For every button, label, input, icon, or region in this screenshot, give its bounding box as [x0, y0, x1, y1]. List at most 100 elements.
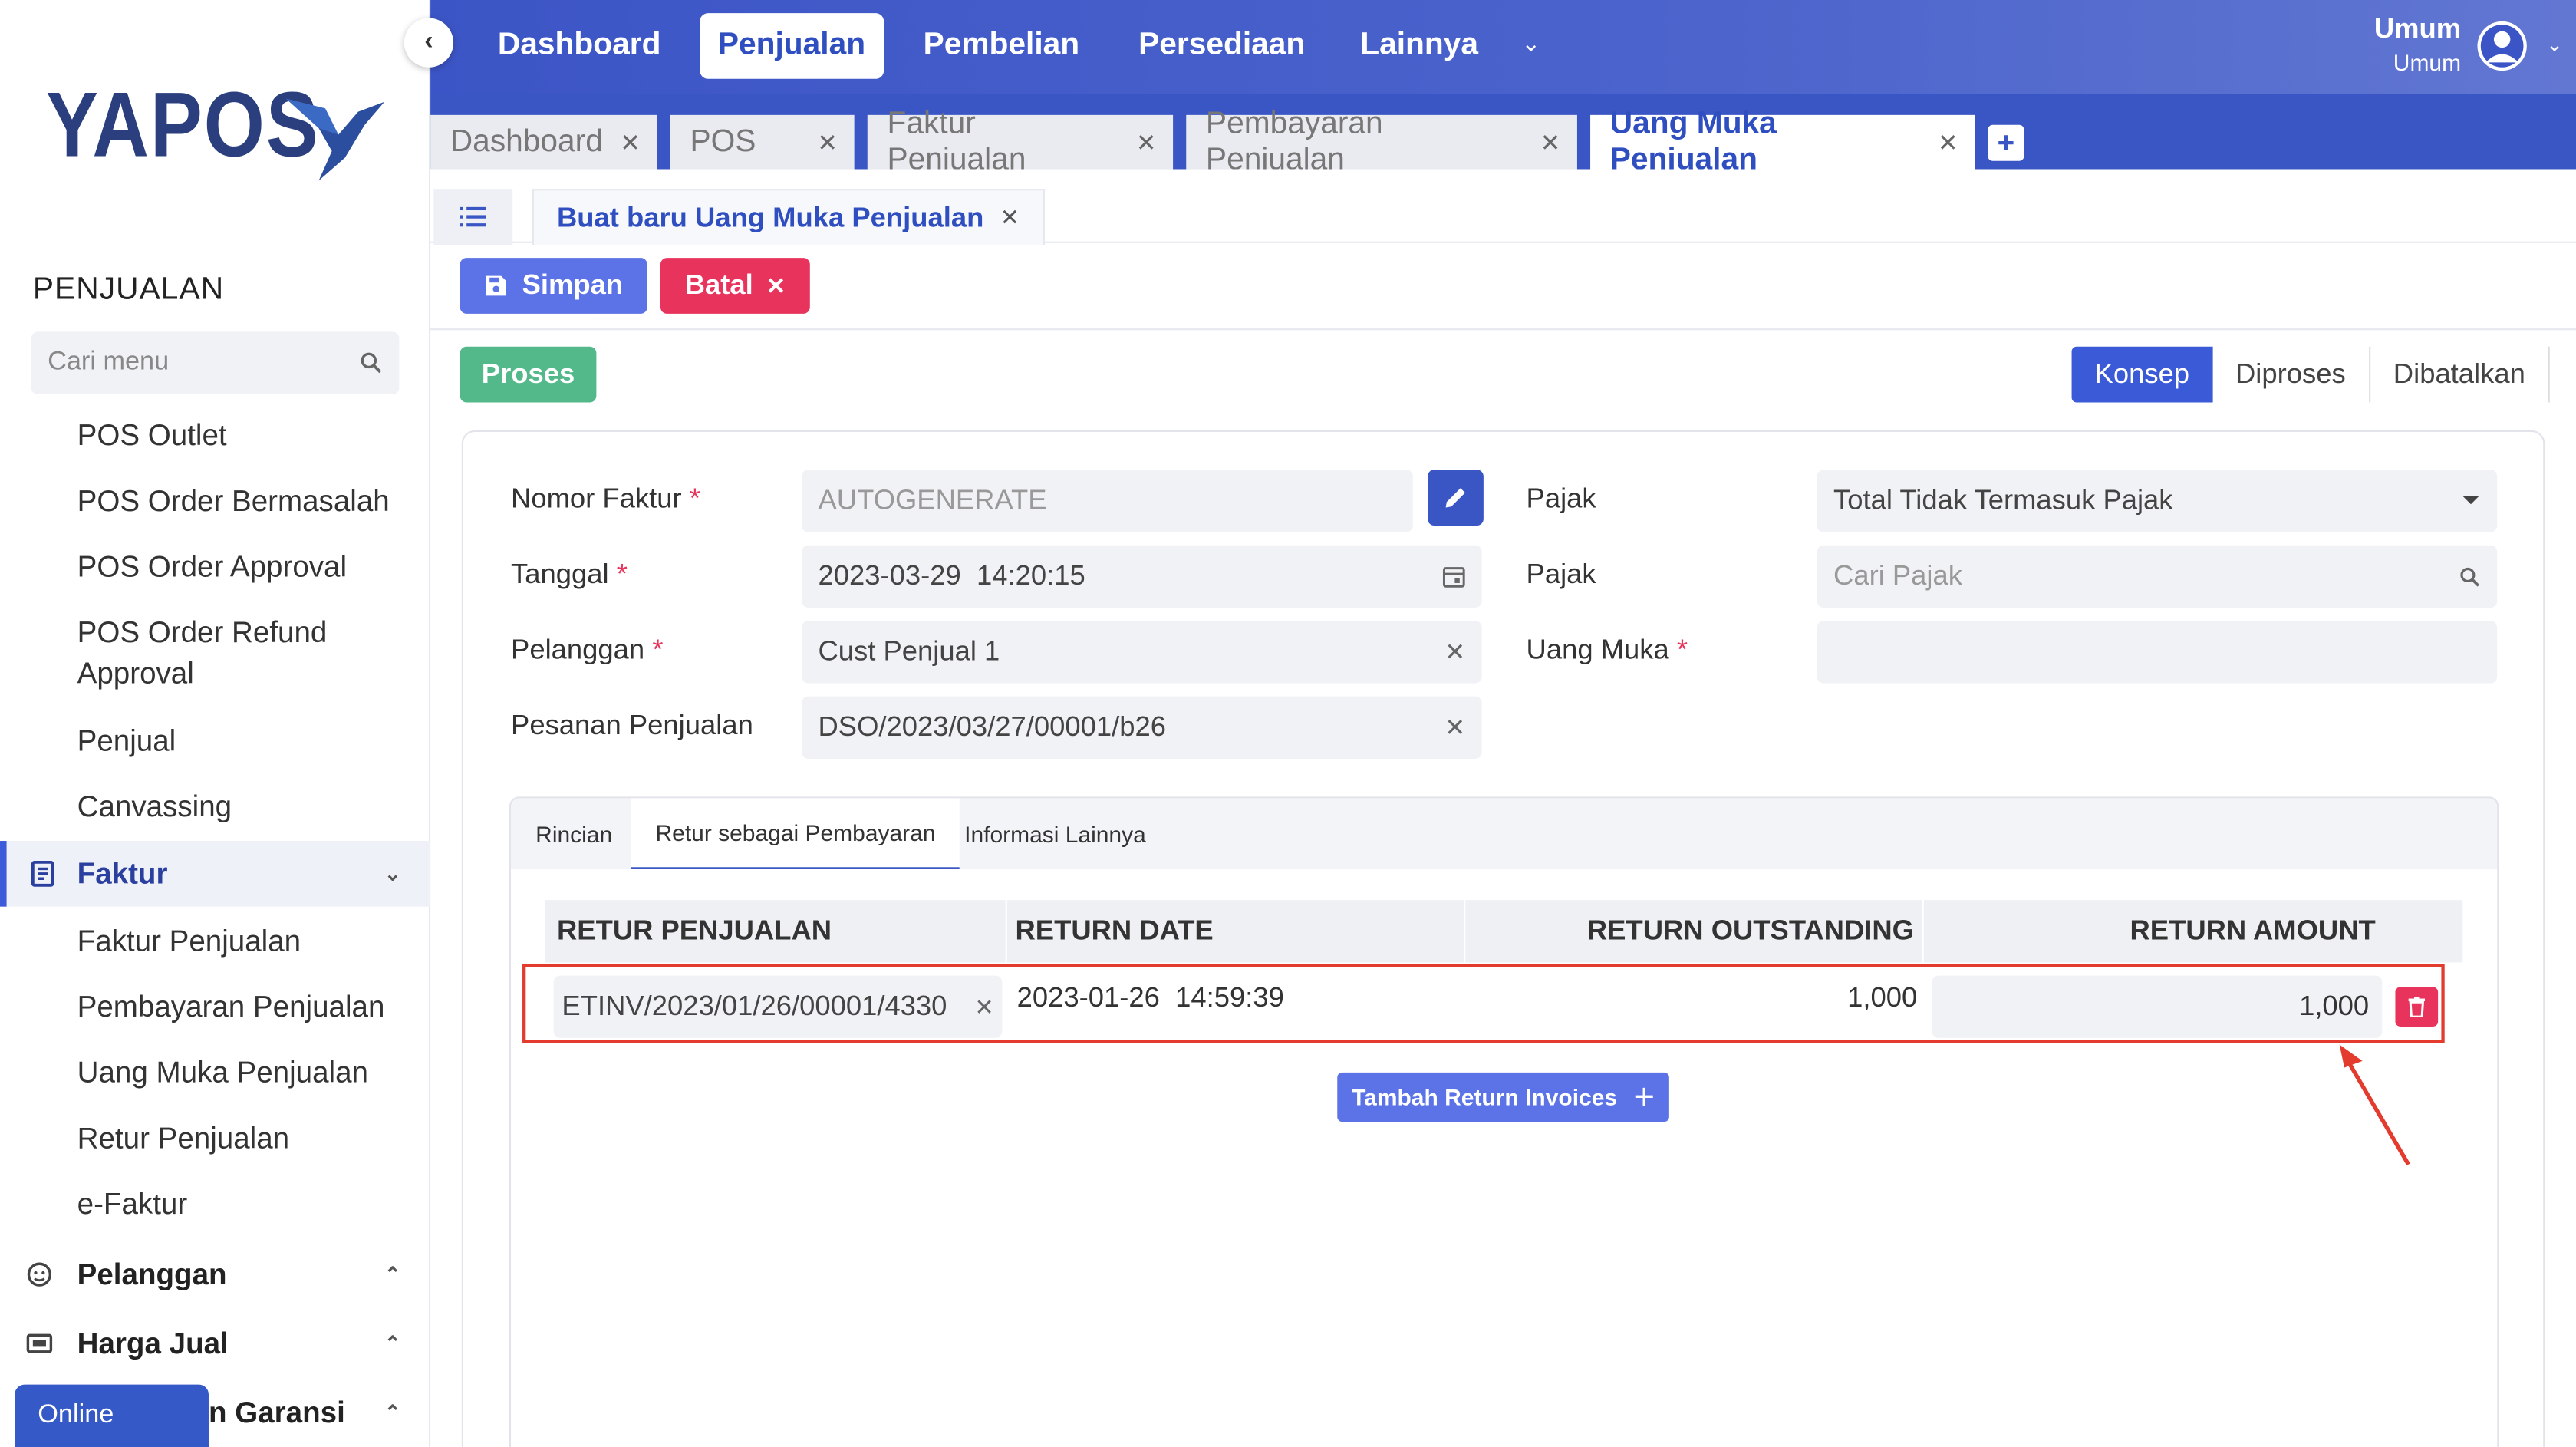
sidebar-item-pos-outlet[interactable]: POS Outlet [77, 416, 227, 457]
chevron-up-icon: ⌃ [384, 1401, 401, 1424]
sidebar-item-pos-order-approval[interactable]: POS Order Approval [77, 547, 347, 588]
tab-faktur-penjualan[interactable]: Faktur Penjualan ✕ [867, 106, 1174, 176]
pajak-type-label: Pajak [1526, 483, 1596, 515]
clear-icon[interactable]: ✕ [1444, 638, 1465, 667]
subtab-create-uang-muka[interactable]: Buat baru Uang Muka Penjualan ✕ [532, 189, 1044, 245]
tab-dashboard[interactable]: Dashboard ✕ [430, 114, 657, 170]
pajak-search-input[interactable]: Cari Pajak [1817, 545, 2498, 608]
dropdown-caret-icon [2462, 496, 2479, 505]
sidebar-item-uang-muka-penjualan[interactable]: Uang Muka Penjualan [77, 1053, 368, 1094]
status-steps: Konsep Diproses Dibatalkan [2071, 346, 2550, 403]
collapse-sidebar-button[interactable]: ‹ [404, 18, 454, 68]
tanggal-value: 2023-03-29 14:20:15 [818, 559, 1085, 592]
sidebar-section-title: PENJUALAN [32, 272, 225, 308]
sidebar-group-harga-jual-label: Harga Jual [77, 1326, 229, 1360]
tab-informasi-lainnya[interactable]: Informasi Lainnya [940, 798, 1171, 870]
tab-pembayaran-penjualan[interactable]: Pembayaran Penjualan ✕ [1186, 106, 1577, 176]
nav-penjualan[interactable]: Penjualan [700, 13, 884, 79]
return-date-cell: 2023-01-26 14:59:39 [1016, 982, 1284, 1014]
online-status-badge[interactable]: Online [15, 1384, 209, 1447]
sidebar: YAPOS PENJUALAN Cari menu POS Outlet POS… [0, 0, 431, 1447]
label-text: Nomor Faktur [511, 483, 682, 515]
chevron-down-icon[interactable]: ⌄ [2546, 33, 2563, 56]
tanggal-input[interactable]: 2023-03-29 14:20:15 [802, 545, 1482, 608]
avatar-icon[interactable] [2477, 21, 2527, 71]
tab-retur-sebagai-pembayaran[interactable]: Retur sebagai Pembayaran [631, 798, 960, 871]
sidebar-item-pembayaran-penjualan[interactable]: Pembayaran Penjualan [77, 987, 385, 1029]
user-menu[interactable]: Umum Umum [2374, 13, 2461, 75]
add-return-invoices-button[interactable]: Tambah Return Invoices + [1337, 1072, 1669, 1122]
delete-row-button[interactable] [2395, 987, 2439, 1027]
logo: YAPOS [46, 78, 385, 181]
close-icon[interactable]: ✕ [1540, 127, 1561, 157]
sidebar-item-pos-order-refund-approval[interactable]: POS Order Refund Approval [77, 612, 373, 694]
calendar-icon[interactable] [1442, 565, 1465, 588]
pesanan-penjualan-select[interactable]: DSO/2023/03/27/00001/b26 ✕ [802, 696, 1482, 760]
label-text: Uang Muka [1526, 634, 1669, 665]
edit-number-button[interactable] [1428, 470, 1484, 526]
pesanan-value: DSO/2023/03/27/00001/b26 [818, 710, 1166, 743]
column-header-return-outstanding: RETURN OUTSTANDING [1465, 900, 1924, 963]
add-tab-button[interactable]: + [1988, 124, 2024, 161]
bird-logo-icon [285, 98, 385, 181]
trash-icon [2408, 997, 2426, 1017]
tab-rincian[interactable]: Rincian [511, 798, 637, 870]
clear-icon[interactable]: ✕ [1444, 713, 1465, 742]
nav-persediaan[interactable]: Persediaan [1121, 13, 1323, 79]
close-icon[interactable]: ✕ [1136, 127, 1157, 157]
menu-search-placeholder: Cari menu [48, 348, 170, 377]
pelanggan-label: Pelanggan * [511, 634, 663, 667]
sidebar-group-pelanggan-label: Pelanggan [77, 1257, 227, 1290]
sidebar-item-penjual[interactable]: Penjual [77, 721, 176, 763]
sidebar-group-faktur[interactable]: Faktur ⌄ [0, 841, 431, 907]
subtab-label: Buat baru Uang Muka Penjualan [557, 201, 984, 232]
save-button[interactable]: Simpan [460, 258, 647, 314]
customer-face-icon [0, 1261, 77, 1287]
retur-penjualan-select[interactable]: ETINV/2023/01/26/00001/4330 ✕ [553, 975, 1003, 1038]
sidebar-item-e-faktur[interactable]: e-Faktur [77, 1184, 188, 1225]
sidebar-group-pelanggan[interactable]: Pelanggan ⌃ [0, 1241, 430, 1307]
process-button[interactable]: Proses [460, 346, 597, 403]
price-tag-icon [0, 1332, 77, 1355]
return-amount-input[interactable]: 1,000 [1932, 975, 2383, 1038]
pajak-type-value: Total Tidak Termasuk Pajak [1833, 484, 2173, 516]
sidebar-item-faktur-penjualan[interactable]: Faktur Penjualan [77, 921, 301, 963]
tab-uang-muka-penjualan[interactable]: Uang Muka Penjualan ✕ [1590, 106, 1975, 176]
pelanggan-select[interactable]: Cust Penjual 1 ✕ [802, 621, 1482, 684]
pencil-icon [1445, 488, 1465, 508]
sidebar-group-faktur-label: Faktur [77, 856, 168, 890]
sidebar-group-harga-jual[interactable]: Harga Jual ⌃ [0, 1310, 430, 1376]
uang-muka-input[interactable] [1817, 621, 2498, 684]
close-icon[interactable]: ✕ [817, 127, 838, 157]
list-icon[interactable] [433, 189, 513, 245]
nav-pembelian[interactable]: Pembelian [905, 13, 1098, 79]
close-icon[interactable]: ✕ [1938, 127, 1958, 157]
cancel-label: Batal [684, 269, 753, 301]
user-name: Umum [2373, 13, 2462, 44]
tab-label: POS [690, 124, 756, 159]
sidebar-item-retur-penjualan[interactable]: Retur Penjualan [77, 1119, 289, 1160]
user-role: Umum [2393, 49, 2462, 76]
sidebar-item-pos-order-bermasalah[interactable]: POS Order Bermasalah [77, 481, 390, 522]
nav-lainnya[interactable]: Lainnya [1342, 13, 1497, 79]
divider [430, 328, 2576, 331]
tab-label: Dashboard [450, 124, 603, 159]
pesanan-penjualan-label: Pesanan Penjualan [511, 709, 753, 741]
tab-pos[interactable]: POS ✕ [670, 114, 855, 170]
close-icon[interactable]: ✕ [620, 127, 641, 157]
required-mark: * [652, 634, 664, 665]
menu-search-input[interactable]: Cari menu [31, 331, 400, 394]
search-icon [2460, 566, 2480, 586]
chevron-down-icon[interactable]: ⌄ [1521, 30, 1540, 58]
pajak-type-select[interactable]: Total Tidak Termasuk Pajak [1817, 470, 2498, 532]
clear-icon[interactable]: ✕ [975, 993, 994, 1020]
sidebar-item-canvassing[interactable]: Canvassing [77, 786, 232, 828]
nav-dashboard[interactable]: Dashboard [479, 13, 679, 79]
chevron-left-icon: ‹ [424, 28, 433, 56]
close-icon[interactable]: ✕ [1000, 203, 1020, 231]
tab-label: Faktur Penjualan [887, 106, 1026, 177]
nomor-faktur-input[interactable]: AUTOGENERATE [802, 470, 1413, 532]
cancel-button[interactable]: Batal ✕ [660, 258, 810, 314]
label-text: Pelanggan [511, 634, 645, 665]
plus-icon: + [1633, 1076, 1655, 1117]
